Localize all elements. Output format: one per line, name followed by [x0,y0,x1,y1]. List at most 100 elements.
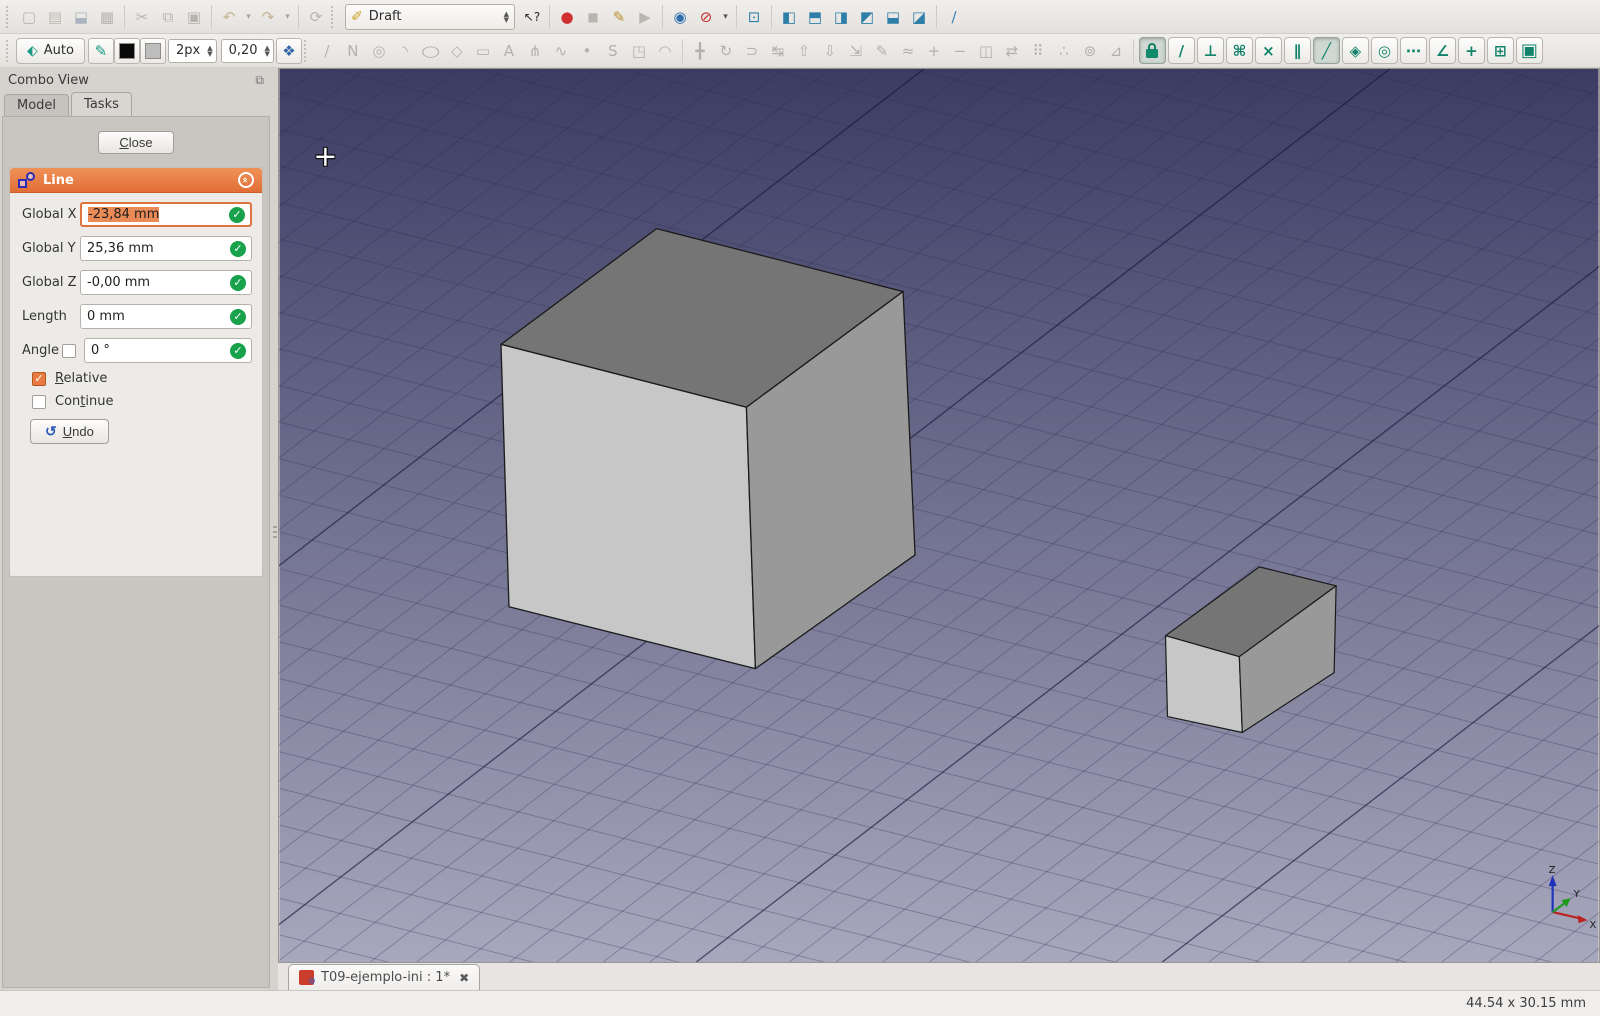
view-axonometric-button[interactable]: ⊡ [741,4,767,30]
macro-edit-button[interactable]: ✎ [606,4,632,30]
float-dock-icon[interactable]: ⧉ [255,73,264,88]
save-document-button[interactable]: ⬓ [68,4,94,30]
toolbar-handle[interactable] [331,5,336,28]
draft-clone-button[interactable]: ⊚ [1077,38,1103,64]
tab-tasks[interactable]: Tasks [71,92,132,116]
copy-button[interactable]: ⧉ [155,4,181,30]
snap-angle-button[interactable]: ∠ [1428,37,1456,64]
measure-button[interactable]: ∕ [941,4,967,30]
line-task-header[interactable]: Line » [10,168,262,193]
line-color-button[interactable] [113,37,140,64]
3d-viewport[interactable]: Z Y X [278,68,1600,963]
draft-heal-button[interactable]: ⊿ [1103,38,1129,64]
snap-endpoint-button[interactable]: ╱ [1312,37,1340,64]
print-button[interactable]: ▦ [94,4,120,30]
macro-record-button[interactable]: ● [554,4,580,30]
toolbar-handle[interactable] [303,39,309,62]
draft-bezier-button[interactable]: ◠ [652,38,678,64]
draft-to-sketch-button[interactable]: ⇄ [999,38,1025,64]
draft-dimension-button[interactable]: ⋔ [522,38,548,64]
draft-add-point-button[interactable]: + [921,38,947,64]
draft-upgrade-button[interactable]: ⇧ [791,38,817,64]
draft-downgrade-button[interactable]: ⇩ [817,38,843,64]
draft-facebinder-button[interactable]: ◳ [626,38,652,64]
view-left-button[interactable]: ◪ [906,4,932,30]
draft-del-point-button[interactable]: − [947,38,973,64]
paste-button[interactable]: ▣ [181,4,207,30]
draft-arc-button[interactable]: ◝ [392,38,418,64]
working-plane-button[interactable]: ⬖ Auto [16,37,85,64]
toolbar-handle[interactable] [6,39,11,62]
undo-dropdown[interactable]: ▾ [242,4,255,30]
draft-text-button[interactable]: A [496,38,522,64]
draft-polyline-button[interactable]: N [340,38,366,64]
view-front-button[interactable]: ◧ [776,4,802,30]
draft-rotate-button[interactable]: ↻ [713,38,739,64]
open-document-button[interactable]: ▤ [42,4,68,30]
toggle-grid-button[interactable]: ▣ [1515,37,1543,64]
length-input[interactable]: 0 mm ✓ [80,304,252,329]
macro-play-button[interactable]: ▶ [632,4,658,30]
draft-wire-to-bspline-button[interactable]: ≈ [895,38,921,64]
toolbar-handle[interactable] [6,5,11,28]
document-tab[interactable]: ⚙ T09-ejemplo-ini : 1* ✖ [288,964,481,990]
refresh-button[interactable]: ⟳ [303,4,329,30]
snap-working-plane-button[interactable]: ⊞ [1486,37,1514,64]
spin-arrows[interactable]: ▲ ▼ [207,44,212,57]
snap-parallel-button[interactable]: ∥ [1283,37,1311,64]
draft-polygon-button[interactable]: ◇ [444,38,470,64]
whats-this-button[interactable]: ↖? [519,4,545,30]
global-x-input[interactable]: -23,84 mm ✓ [80,202,252,227]
face-color-button[interactable] [139,37,166,64]
close-button[interactable]: Close [98,131,174,154]
line-width-spinbox[interactable]: 2px ▲ ▼ [167,38,217,63]
tab-close-icon[interactable]: ✖ [459,971,469,985]
workbench-selector[interactable]: ✐ Draft ▲ ▼ [345,3,515,30]
draw-style-button[interactable]: ⊘ [693,4,719,30]
tab-model[interactable]: Model [4,94,70,116]
draft-trimex-button[interactable]: ↹ [765,38,791,64]
text-scale-spinbox[interactable]: 0,20 ▲ ▼ [220,38,274,63]
redo-button[interactable]: ↷ [255,4,281,30]
draft-ellipse-button[interactable]: ○ [418,38,444,64]
snap-perpendicular-button[interactable]: ⊥ [1196,37,1224,64]
tray-style-button[interactable]: ✎ [87,37,114,64]
combo-spin-arrows[interactable]: ▲ ▼ [504,10,509,23]
relative-checkbox[interactable]: ✓ [32,371,46,386]
snap-midpoint-button[interactable]: ∕ [1167,37,1195,64]
draft-point-button[interactable]: • [574,38,600,64]
draft-path-array-button[interactable]: ∴ [1051,38,1077,64]
snap-center-button[interactable]: ◎ [1370,37,1398,64]
draft-bspline-button[interactable]: ∿ [548,38,574,64]
global-z-input[interactable]: -0,00 mm ✓ [80,270,252,295]
snap-lock-button[interactable] [1138,37,1166,64]
draw-style-dropdown[interactable]: ▾ [719,4,732,30]
undo-button[interactable]: ↶ [216,4,242,30]
snap-special-button[interactable]: ⌘ [1225,37,1253,64]
continue-checkbox[interactable] [32,394,46,409]
draft-rectangle-button[interactable]: ▭ [470,38,496,64]
draft-shapestring-button[interactable]: S [600,38,626,64]
view-rear-button[interactable]: ◩ [854,4,880,30]
view-bottom-button[interactable]: ⬓ [880,4,906,30]
angle-input[interactable]: 0 ° ✓ [84,338,252,363]
draft-shape2dview-button[interactable]: ◫ [973,38,999,64]
draft-array-button[interactable]: ⠿ [1025,38,1051,64]
draft-line-button[interactable]: ∕ [314,38,340,64]
zoom-fit-button[interactable]: ◉ [667,4,693,30]
draft-circle-button[interactable]: ◎ [366,38,392,64]
draft-edit-button[interactable]: ✎ [869,38,895,64]
angle-lock-checkbox[interactable] [62,343,76,358]
undo-button[interactable]: ↺ Undo [30,419,109,444]
cut-button[interactable]: ✂ [129,4,155,30]
view-right-button[interactable]: ◨ [828,4,854,30]
draft-offset-button[interactable]: ⊃ [739,38,765,64]
snap-intersection-button[interactable]: × [1254,37,1282,64]
draft-scale-button[interactable]: ⇲ [843,38,869,64]
macro-stop-button[interactable]: ■ [580,4,606,30]
redo-dropdown[interactable]: ▾ [281,4,294,30]
snap-extension-button[interactable]: ◈ [1341,37,1369,64]
global-y-input[interactable]: 25,36 mm ✓ [80,236,252,261]
view-top-button[interactable]: ⬒ [802,4,828,30]
apply-style-button[interactable]: ❖ [275,37,302,64]
